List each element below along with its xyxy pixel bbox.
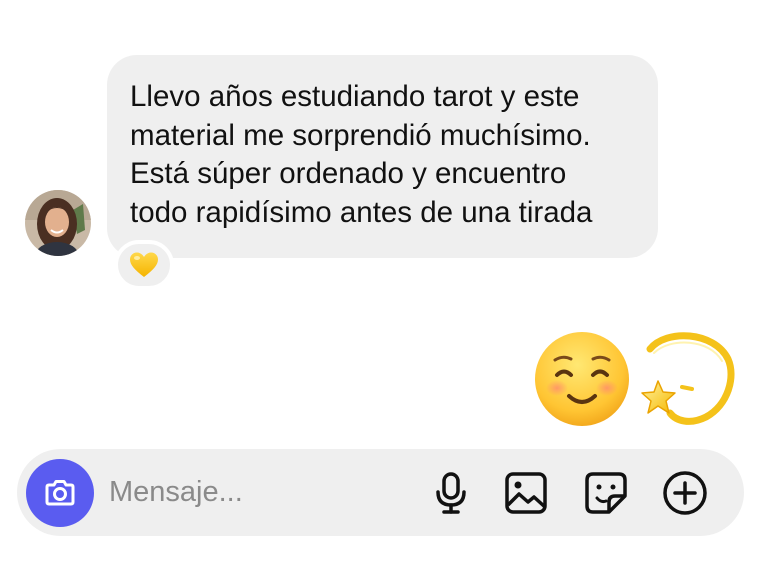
- microphone-button[interactable]: [427, 469, 475, 517]
- message-line-3: Está súper ordenado y encuentro: [130, 157, 567, 190]
- yellow-heart-icon: [130, 252, 158, 277]
- dizzy-star-icon: [641, 332, 735, 425]
- avatar-photo: [25, 190, 91, 256]
- gallery-icon: [505, 472, 547, 514]
- gallery-button[interactable]: [502, 469, 550, 517]
- plus-circle-icon: [663, 471, 707, 515]
- message-composer: [17, 449, 744, 536]
- sticker-icon: [585, 472, 627, 514]
- message-line-2: material me sorprendió muchísimo.: [130, 118, 591, 152]
- message-input[interactable]: [109, 471, 409, 513]
- microphone-icon: [436, 472, 466, 514]
- message-reaction[interactable]: [114, 240, 174, 290]
- chat-screen: Llevo años estudiando tarot y este mater…: [0, 0, 760, 570]
- dizzy-star-emoji[interactable]: [636, 327, 738, 429]
- sticker-button[interactable]: [582, 469, 630, 517]
- smiling-face-icon: [535, 332, 629, 426]
- incoming-message-bubble[interactable]: Llevo años estudiando tarot y este mater…: [107, 55, 658, 258]
- smiling-face-emoji[interactable]: [533, 330, 631, 428]
- message-line-1: Llevo años estudiando tarot y este: [130, 80, 580, 113]
- add-button[interactable]: [661, 469, 709, 517]
- message-line-4: todo rapidísimo antes de una tirada: [130, 195, 593, 229]
- camera-icon: [45, 480, 75, 506]
- contact-avatar[interactable]: [25, 190, 91, 256]
- camera-button[interactable]: [26, 459, 94, 527]
